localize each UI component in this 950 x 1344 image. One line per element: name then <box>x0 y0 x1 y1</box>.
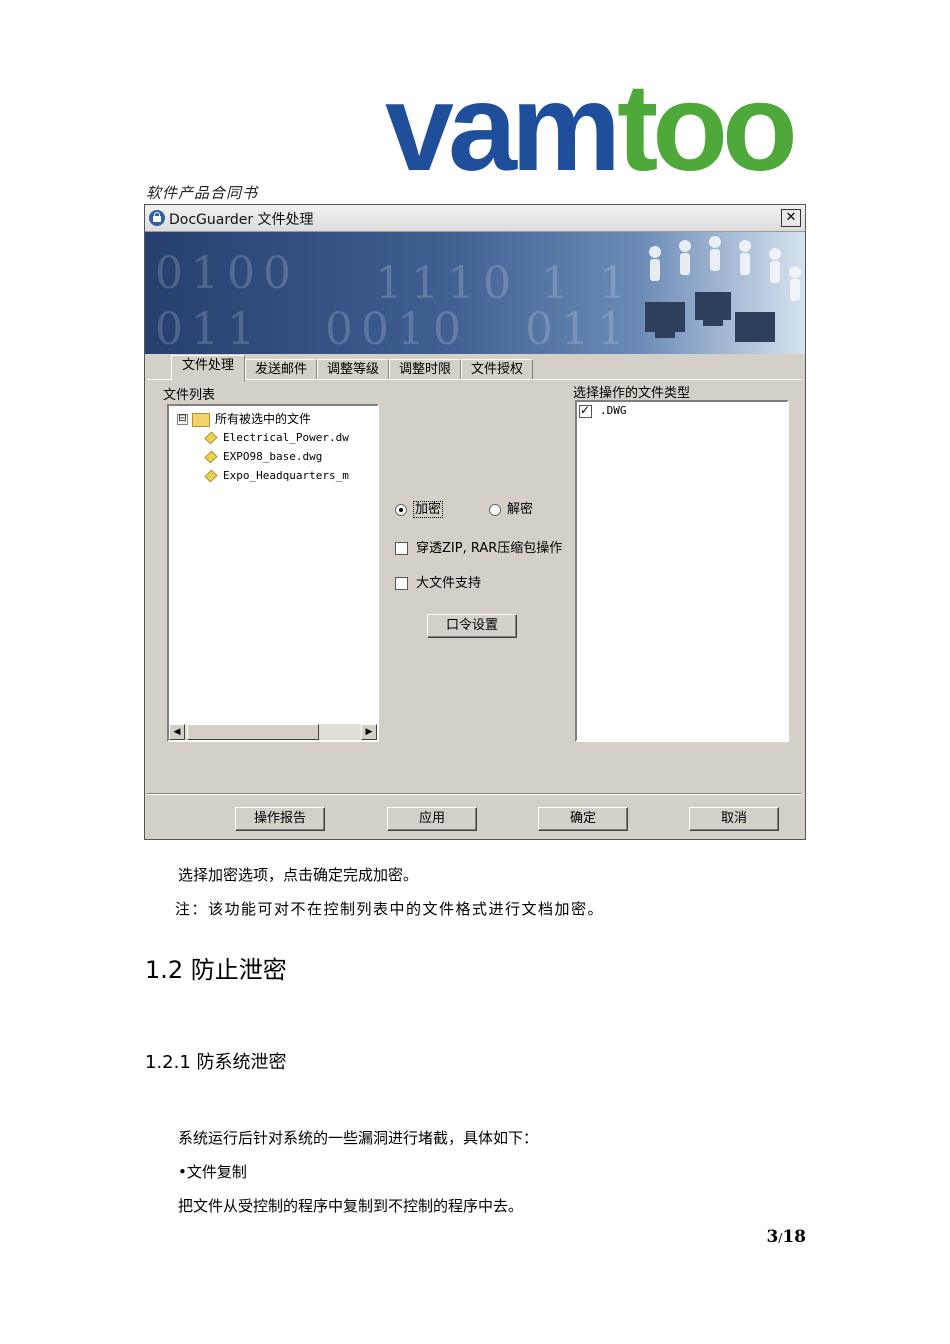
vamtoo-logo: vam too <box>385 72 795 182</box>
decrypt-radio[interactable]: 解密 <box>489 498 533 517</box>
filetype-label: 选择操作的文件类型 <box>573 386 691 401</box>
scroll-thumb[interactable] <box>187 724 319 740</box>
tab-send-mail[interactable]: 发送邮件 <box>245 359 317 380</box>
report-button[interactable]: 操作报告 <box>235 807 325 831</box>
svg-text:vam: vam <box>385 72 615 182</box>
folder-icon <box>192 412 210 427</box>
dwg-file-icon <box>204 431 218 444</box>
section-heading: 1.2 防止泄密 <box>145 956 287 984</box>
close-button[interactable]: ✕ <box>781 209 801 227</box>
dwg-file-icon <box>204 469 218 482</box>
bullet-item: •文件复制 <box>178 1163 247 1181</box>
encrypt-radio[interactable]: 加密 <box>395 498 444 518</box>
tree-file-item[interactable]: Electrical_Power.dw <box>204 430 349 445</box>
horizontal-scrollbar[interactable]: ◀ ▶ <box>169 724 377 740</box>
banner-image: 0100 1110 1 1 011 0010 011 <box>145 232 805 354</box>
body-line: 把文件从受控制的程序中复制到不控制的程序中去。 <box>178 1197 524 1215</box>
zip-rar-checkbox[interactable]: 穿透ZIP, RAR压缩包操作 <box>395 537 562 556</box>
note-line: 注：该功能可对不在控制列表中的文件格式进行文档加密。 <box>175 900 605 918</box>
scroll-right-icon[interactable]: ▶ <box>361 724 377 740</box>
tree-root[interactable]: ⊟ 所有被选中的文件 <box>177 410 311 427</box>
banner-digits: 011 <box>155 304 263 354</box>
ok-button[interactable]: 确定 <box>538 807 628 831</box>
password-settings-button[interactable]: 口令设置 <box>427 614 517 638</box>
tab-adjust-time[interactable]: 调整时限 <box>389 359 461 380</box>
file-tree[interactable]: ⊟ 所有被选中的文件 Electrical_Power.dw EXPO98_bas… <box>167 404 379 742</box>
checkbox-icon <box>395 577 408 590</box>
tree-file-item[interactable]: EXPO98_base.dwg <box>204 449 322 464</box>
dialog-title: DocGuarder 文件处理 <box>169 212 314 228</box>
docguarder-dialog: DocGuarder 文件处理 ✕ 0100 1110 1 1 011 0010… <box>144 204 806 840</box>
title-bar: DocGuarder 文件处理 ✕ <box>145 205 805 232</box>
scroll-left-icon[interactable]: ◀ <box>169 724 185 740</box>
tab-panel: 文件列表 ⊟ 所有被选中的文件 Electrical_Power.dw EXPO9… <box>147 379 801 790</box>
large-file-checkbox[interactable]: 大文件支持 <box>395 572 481 591</box>
subsection-heading: 1.2.1 防系统泄密 <box>145 1052 287 1073</box>
filetype-item[interactable]: .DWG <box>579 403 627 418</box>
filetype-list[interactable]: .DWG <box>575 400 789 742</box>
tab-adjust-level[interactable]: 调整等级 <box>317 359 389 380</box>
banner-digits: 0010 <box>325 304 469 354</box>
radio-unselected-icon <box>489 503 501 516</box>
tab-file-authorization[interactable]: 文件授权 <box>461 359 533 380</box>
divider <box>147 793 801 795</box>
tab-file-processing[interactable]: 文件处理 <box>171 355 245 381</box>
tree-root-label: 所有被选中的文件 <box>215 412 312 426</box>
banner-digits: 0100 <box>155 248 299 299</box>
checkbox-icon <box>395 542 408 555</box>
radio-selected-icon <box>395 503 407 516</box>
collapse-icon[interactable]: ⊟ <box>177 414 188 425</box>
apply-button[interactable]: 应用 <box>387 807 477 831</box>
cancel-button[interactable]: 取消 <box>689 807 779 831</box>
page-number: 3/18 <box>766 1227 806 1247</box>
tree-file-item[interactable]: Expo_Headquarters_m <box>204 468 349 483</box>
checkbox-checked-icon <box>579 403 592 418</box>
body-line: 系统运行后针对系统的一些漏洞进行堵截，具体如下： <box>178 1129 539 1147</box>
svg-text:too: too <box>617 72 793 182</box>
lock-icon <box>149 210 165 226</box>
dwg-file-icon <box>204 450 218 463</box>
file-list-label: 文件列表 <box>163 388 216 403</box>
header-caption: 软件产品合同书 <box>146 184 259 202</box>
body-line: 选择加密选项，点击确定完成加密。 <box>178 866 419 884</box>
people-computers-graphic <box>645 236 801 342</box>
